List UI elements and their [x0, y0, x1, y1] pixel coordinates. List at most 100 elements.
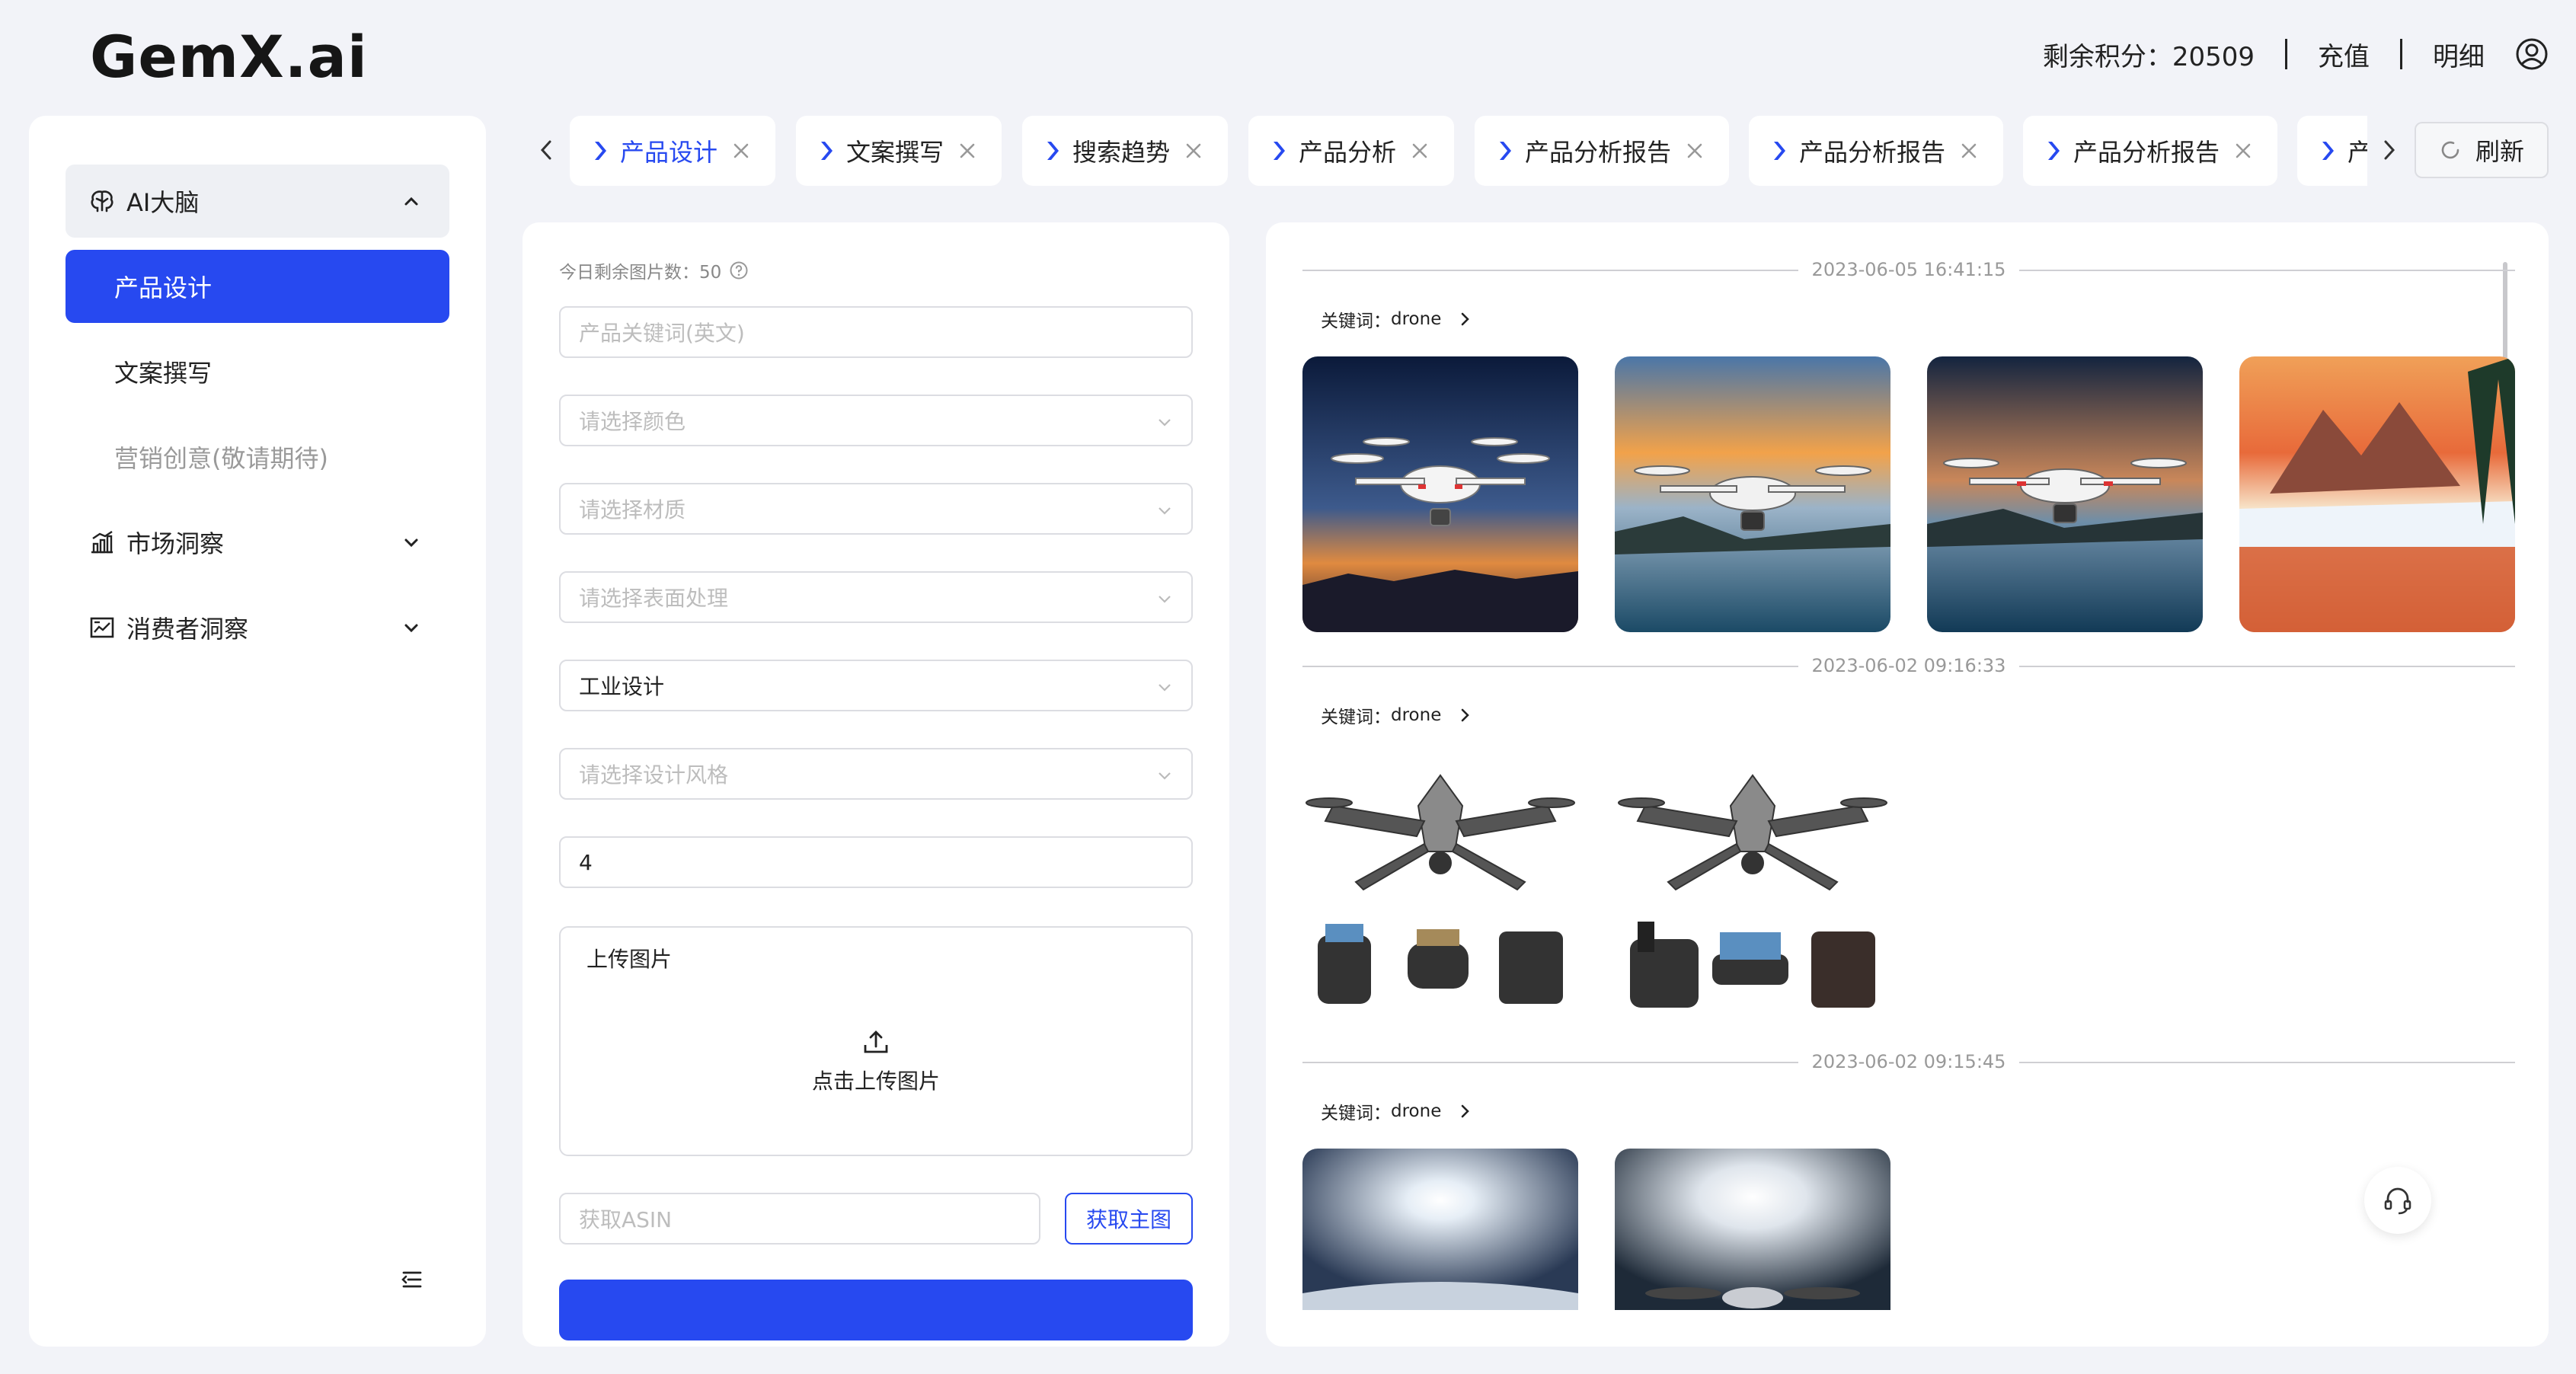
- keyword-label: 关键词：: [1321, 708, 1391, 727]
- generated-image-thumbnail[interactable]: [1615, 356, 1890, 632]
- divider: [2285, 39, 2287, 69]
- chevron-right-icon: [595, 142, 606, 160]
- color-placeholder: 请选择颜色: [579, 409, 686, 434]
- tab-bar: 产品设计 文案撰写 搜索趋势 产品分析 产品分析报告 产品分析报告 产品分析报告…: [570, 116, 2367, 186]
- sidebar-item-product-design[interactable]: 产品设计: [66, 250, 449, 323]
- design-form-panel: 今日剩余图片数：50 产品关键词(英文) 请选择颜色 请选择材质 请选择表面处理…: [523, 222, 1229, 1347]
- fetch-main-image-button[interactable]: 获取主图: [1065, 1193, 1193, 1245]
- keyword-input[interactable]: 产品关键词(英文): [559, 306, 1193, 358]
- material-select[interactable]: 请选择材质: [559, 483, 1193, 535]
- asin-placeholder: 获取ASIN: [579, 1207, 673, 1232]
- remaining-images: 今日剩余图片数：50: [559, 257, 749, 283]
- keyword-value: drone: [1391, 309, 1442, 329]
- chevron-down-icon: [1159, 772, 1171, 780]
- generated-image-thumbnail[interactable]: [1927, 356, 2203, 632]
- gemx-logo[interactable]: GemX.ai: [90, 23, 368, 91]
- generated-image-thumbnail[interactable]: [1302, 1149, 1578, 1310]
- chevron-right-icon: [1462, 1104, 1470, 1118]
- tabs-scroll-left-icon[interactable]: [533, 131, 559, 169]
- tab-search-trends[interactable]: 搜索趋势: [1022, 116, 1228, 186]
- design-type-select[interactable]: 工业设计: [559, 660, 1193, 711]
- close-icon[interactable]: [1959, 141, 1979, 161]
- history-keyword[interactable]: 关键词： drone: [1321, 702, 1473, 728]
- remaining-images-label: 今日剩余图片数：50: [559, 263, 722, 283]
- tab-label: 搜索趋势: [1072, 138, 1171, 167]
- close-icon[interactable]: [731, 141, 751, 161]
- chevron-down-icon: [1159, 507, 1171, 515]
- credits-balance: 剩余积分：20509: [2042, 41, 2255, 72]
- upload-action-text: 点击上传图片: [811, 1069, 940, 1094]
- tab-label: 产品分析报告: [1525, 138, 1672, 167]
- generation-history-panel: 2023-06-05 16:41:15 关键词： drone 2023-06-0…: [1266, 222, 2549, 1347]
- keyword-label: 关键词：: [1321, 1104, 1391, 1123]
- keyword-value: drone: [1391, 705, 1442, 725]
- upload-dropzone[interactable]: 上传图片 点击上传图片: [559, 926, 1193, 1156]
- close-icon[interactable]: [1685, 141, 1705, 161]
- divider: [2400, 39, 2402, 69]
- collapse-menu-icon[interactable]: [398, 1266, 425, 1293]
- sidebar-group-label: 市场洞察: [126, 529, 225, 558]
- chevron-right-icon: [1462, 312, 1470, 326]
- style-select[interactable]: 请选择设计风格: [559, 748, 1193, 800]
- chevron-right-icon: [1500, 142, 1511, 160]
- tab-product-analysis-report[interactable]: 产品分析报告: [2023, 116, 2277, 186]
- image-count-input[interactable]: 4: [559, 836, 1193, 888]
- history-date-divider: 2023-06-05 16:41:15: [1302, 259, 2515, 282]
- asin-input[interactable]: 获取ASIN: [559, 1193, 1040, 1245]
- history-keyword[interactable]: 关键词： drone: [1321, 1098, 1473, 1124]
- generated-image-thumbnail[interactable]: [1302, 356, 1578, 632]
- upload-icon: [864, 1030, 888, 1053]
- tabs-scroll-right-icon[interactable]: [2376, 131, 2402, 169]
- tab-product-analysis-report[interactable]: 产品分析报告: [1475, 116, 1729, 186]
- tab-product-analysis-report[interactable]: 产品分析报告: [1749, 116, 2003, 186]
- tab-copywriting[interactable]: 文案撰写: [796, 116, 1002, 186]
- customer-support-button[interactable]: [2364, 1167, 2431, 1234]
- generated-image-thumbnail[interactable]: [1615, 753, 1890, 1028]
- chevron-down-icon: [1159, 684, 1171, 692]
- history-keyword[interactable]: 关键词： drone: [1321, 306, 1473, 332]
- generated-image-thumbnail[interactable]: [2239, 356, 2515, 632]
- tab-label: 产品分析报告: [1799, 138, 1946, 167]
- history-date: 2023-06-02 09:16:33: [1302, 655, 2515, 676]
- surface-placeholder: 请选择表面处理: [579, 586, 729, 611]
- close-icon[interactable]: [957, 141, 977, 161]
- details-link[interactable]: 明细: [2433, 36, 2485, 73]
- close-icon[interactable]: [2233, 141, 2253, 161]
- tab-label: 产品设计: [620, 138, 718, 167]
- image-count-value: 4: [579, 849, 593, 875]
- headset-icon: [2384, 1187, 2411, 1215]
- generated-image-thumbnail[interactable]: [1615, 1149, 1890, 1310]
- tab-product-analysis[interactable]: 产品分析: [1248, 116, 1454, 186]
- close-icon[interactable]: [1184, 141, 1203, 161]
- chevron-right-icon: [821, 142, 833, 160]
- style-placeholder: 请选择设计风格: [579, 762, 729, 788]
- chevron-right-icon: [1462, 708, 1470, 722]
- history-date: 2023-06-05 16:41:15: [1302, 259, 2515, 280]
- generate-button[interactable]: [559, 1280, 1193, 1340]
- chevron-down-icon: [1159, 596, 1171, 603]
- history-date-divider: 2023-06-02 09:15:45: [1302, 1051, 2515, 1074]
- chevron-down-icon: [1159, 419, 1171, 427]
- sidebar-group-consumer-insight[interactable]: 消费者洞察: [66, 591, 449, 664]
- bar-chart-icon: [91, 531, 113, 554]
- chevron-down-icon: [404, 538, 418, 548]
- user-circle-icon[interactable]: [2515, 37, 2549, 71]
- close-icon[interactable]: [1410, 141, 1430, 161]
- account-bar: 剩余积分：20509 充值 明细: [2043, 35, 2549, 73]
- tab-partial[interactable]: 产: [2297, 116, 2367, 186]
- sidebar-group-market-insight[interactable]: 市场洞察: [66, 506, 449, 579]
- keyword-placeholder: 产品关键词(英文): [579, 321, 745, 346]
- help-circle-icon[interactable]: [729, 260, 749, 280]
- tab-product-design[interactable]: 产品设计: [570, 116, 775, 186]
- sidebar-item-copywriting[interactable]: 文案撰写: [66, 335, 449, 408]
- sidebar-group-ai-brain[interactable]: AI大脑: [66, 165, 449, 238]
- surface-select[interactable]: 请选择表面处理: [559, 571, 1193, 623]
- refresh-button[interactable]: 刷新: [2415, 122, 2549, 178]
- tab-label: 产品分析报告: [2073, 138, 2220, 167]
- chevron-right-icon: [2048, 142, 2060, 160]
- design-type-value: 工业设计: [579, 674, 665, 699]
- recharge-link[interactable]: 充值: [2318, 36, 2370, 73]
- generated-image-thumbnail[interactable]: [1302, 753, 1578, 1028]
- tab-label: 产: [2347, 138, 2367, 167]
- color-select[interactable]: 请选择颜色: [559, 395, 1193, 446]
